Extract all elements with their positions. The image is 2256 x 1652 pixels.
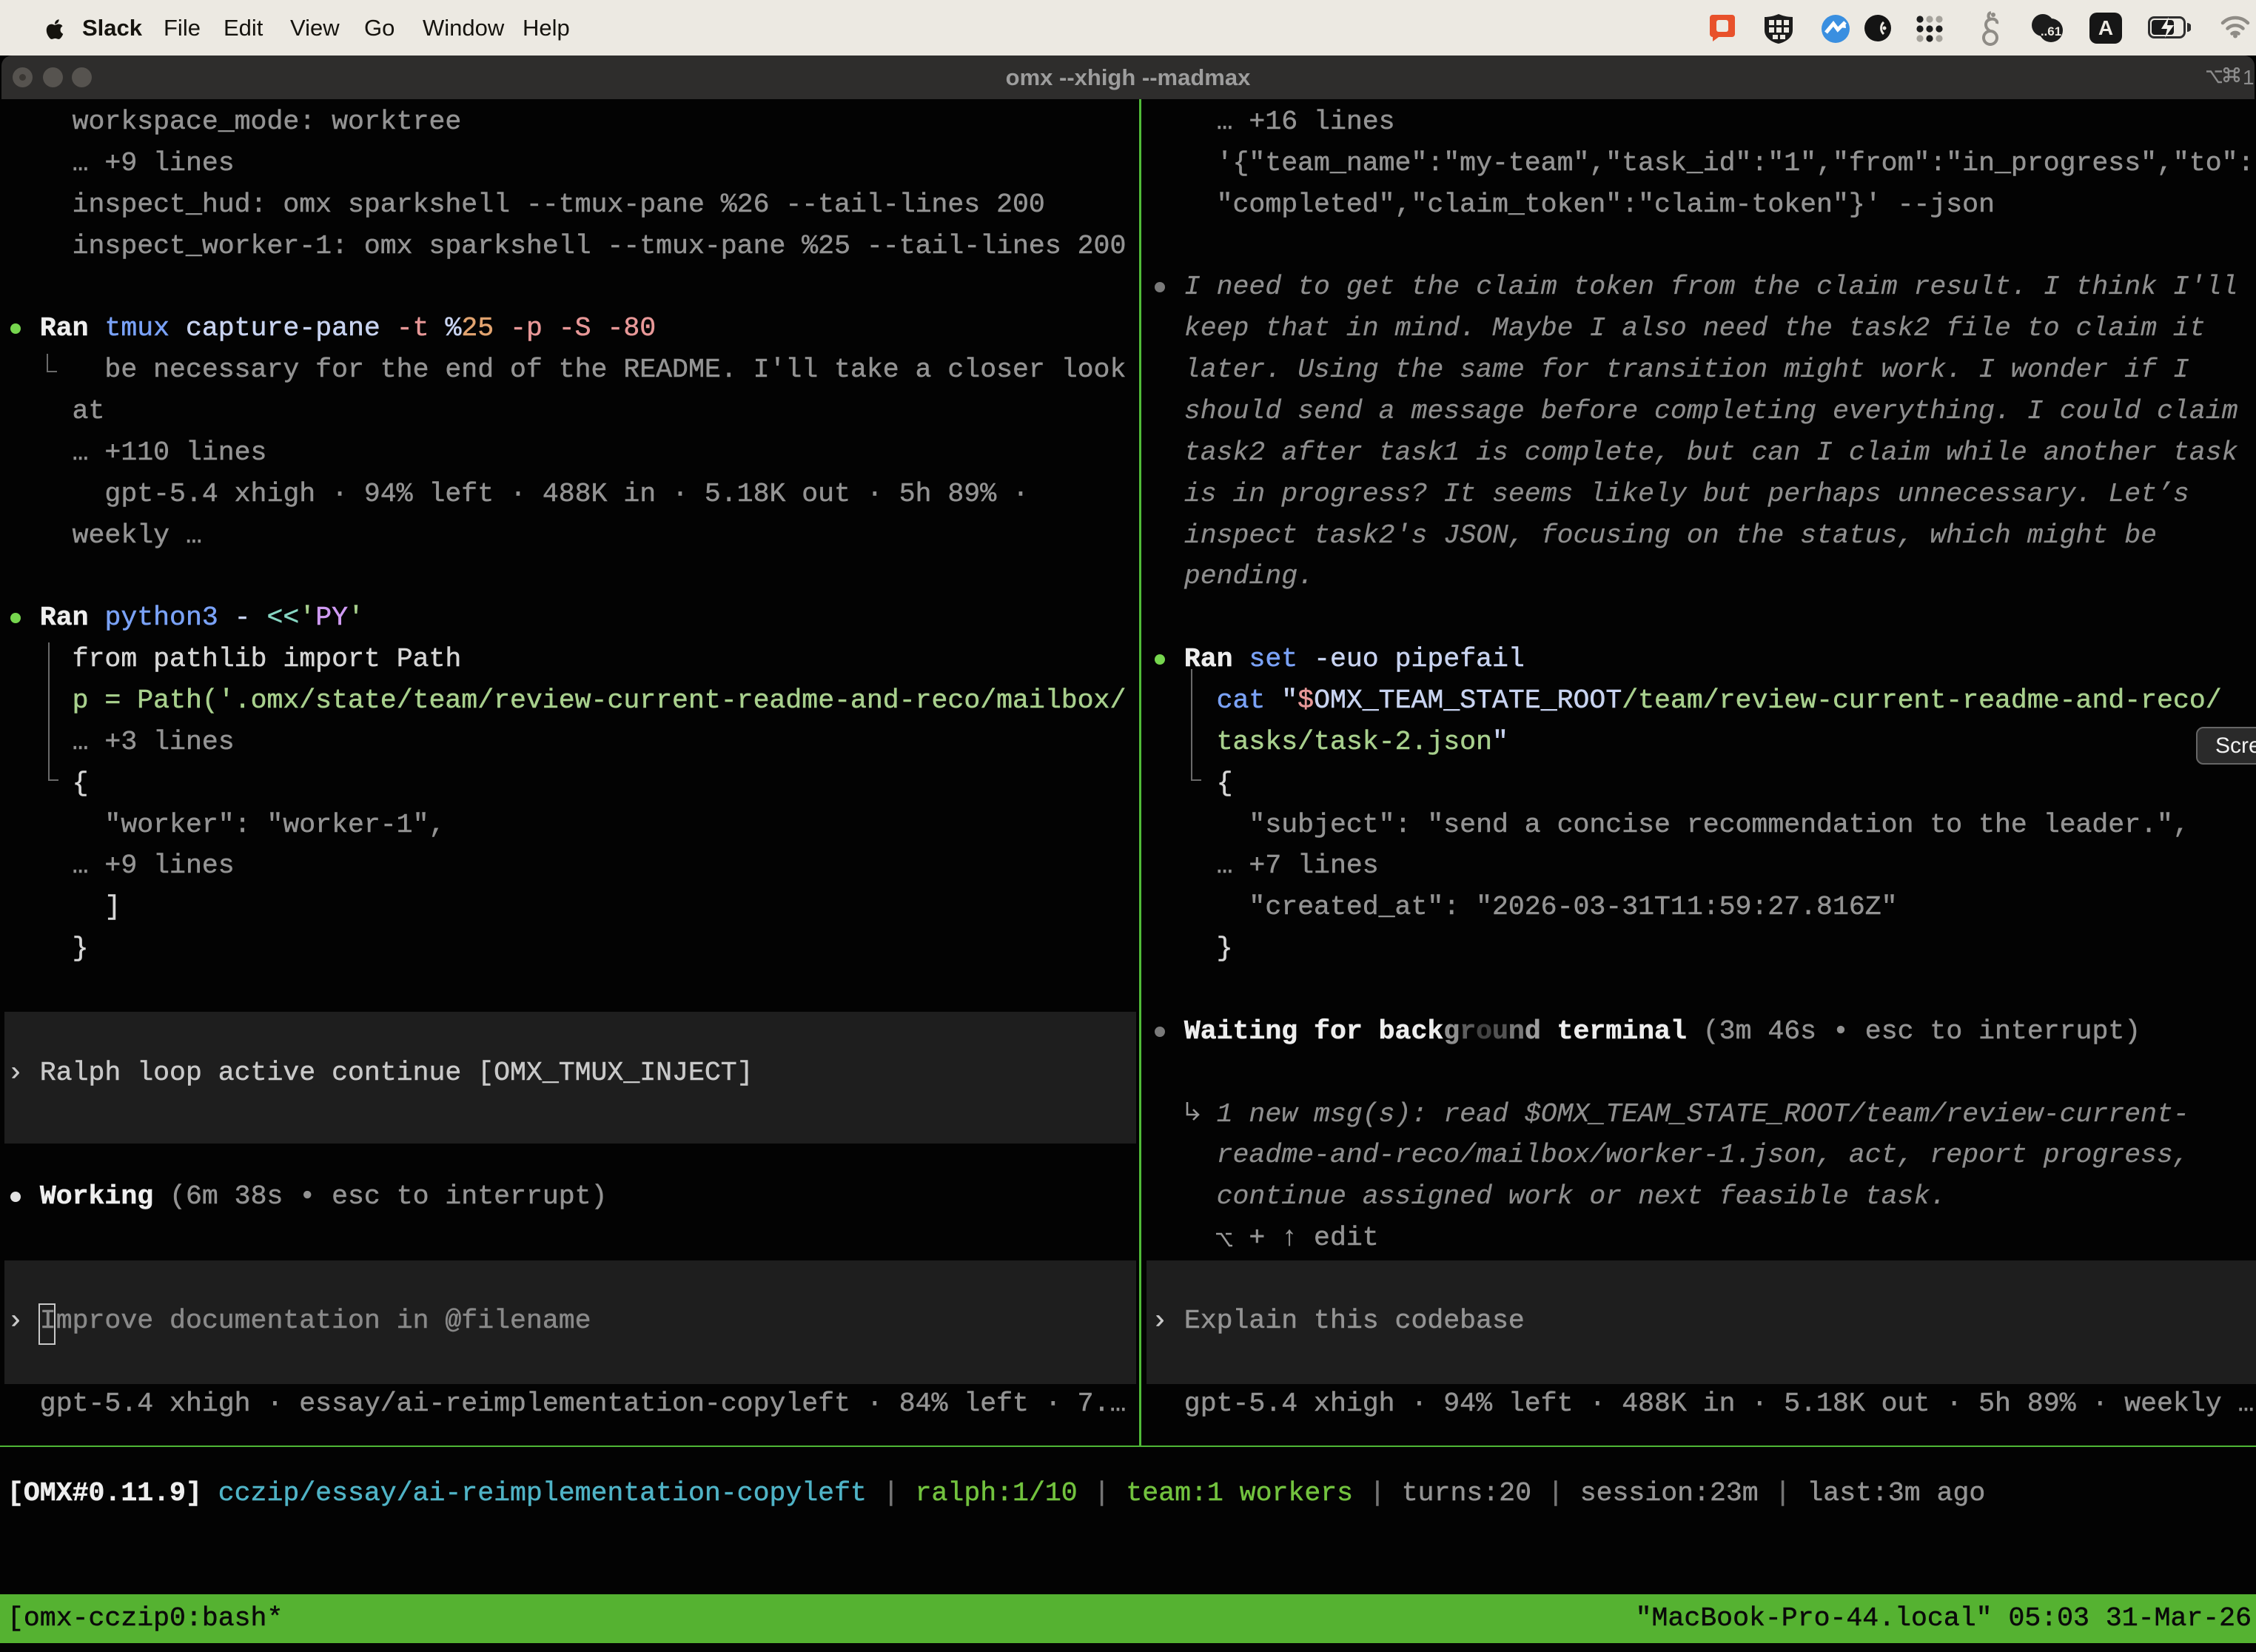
svg-text:..61: ..61 [2041,24,2061,38]
